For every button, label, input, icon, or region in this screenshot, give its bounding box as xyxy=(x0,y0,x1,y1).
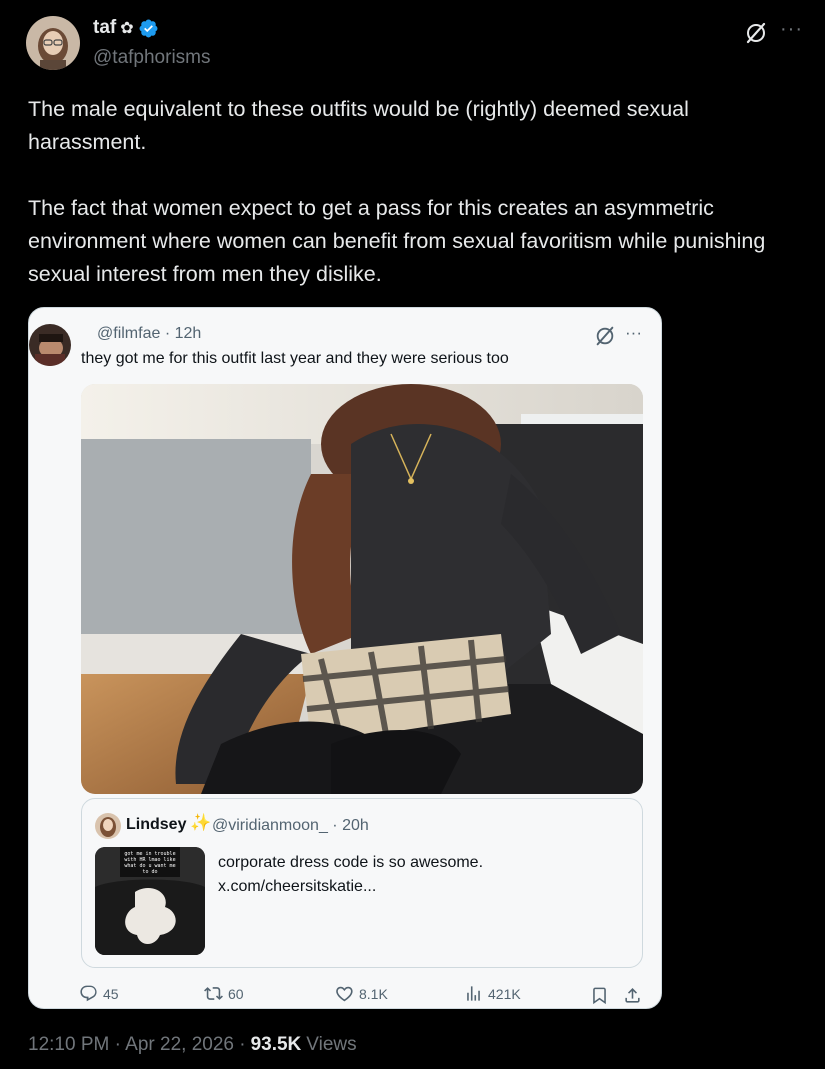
share-icon[interactable] xyxy=(623,986,642,1005)
quoted-more-icon[interactable]: ··· xyxy=(625,323,642,343)
sparkles-icon: ✨ xyxy=(190,813,212,832)
nested-author-name[interactable]: Lindsey xyxy=(126,816,186,834)
author-name-row[interactable]: taf ✿ xyxy=(93,17,159,39)
repost-count: 60 xyxy=(228,985,244,1002)
tweet: taf ✿ @tafphorisms ··· The male equivale… xyxy=(0,0,825,1069)
more-options-icon[interactable]: ··· xyxy=(780,18,803,41)
author-handle[interactable]: @tafphorisms xyxy=(93,47,211,69)
nested-text: corporate dress code is so awesome. x.co… xyxy=(218,854,484,895)
reply-count: 45 xyxy=(103,985,119,1002)
author-name[interactable]: taf xyxy=(93,17,116,39)
nested-author-avatar[interactable] xyxy=(95,813,121,839)
view-count: 93.5K xyxy=(250,1034,302,1055)
timestamp[interactable]: 12:10 PM · Apr 22, 2026 · xyxy=(28,1034,246,1056)
bookmark-icon[interactable] xyxy=(590,986,609,1005)
flower-icon: ✿ xyxy=(120,20,134,37)
quoted-text: they got me for this outfit last year an… xyxy=(81,350,509,367)
quoted-handle-time[interactable]: @filmfae · 12h xyxy=(97,325,201,343)
svg-text:to do: to do xyxy=(142,869,157,875)
views-count: 421K xyxy=(488,985,521,1002)
quoted-tweet[interactable]: @filmfae · 12h they got me for this outf… xyxy=(28,307,662,1009)
nested-quoted-tweet[interactable]: Lindsey ✨ @viridianmoon_ · 20h got me in… xyxy=(81,798,643,968)
quoted-author-avatar[interactable] xyxy=(29,324,71,366)
like-count: 8.1K xyxy=(359,985,388,1002)
repost-icon xyxy=(204,987,223,1000)
reply-button[interactable]: 45 xyxy=(79,984,119,1003)
heart-icon xyxy=(336,986,353,1002)
quoted-action-bar: 45 60 8.1K 421K xyxy=(29,984,661,1008)
grok-icon[interactable] xyxy=(594,325,616,347)
like-button[interactable]: 8.1K xyxy=(335,984,388,1003)
author-avatar[interactable] xyxy=(26,16,80,70)
tweet-footer: 12:10 PM · Apr 22, 2026 · 93.5K Views xyxy=(28,1034,357,1056)
nested-handle-time[interactable]: @viridianmoon_ · 20h xyxy=(212,817,369,835)
verified-badge-icon xyxy=(139,19,158,37)
tweet-text: The male equivalent to these outfits wou… xyxy=(28,97,766,286)
views-button[interactable]: 421K xyxy=(464,984,521,1003)
analytics-icon xyxy=(467,986,480,1001)
nested-thumbnail[interactable]: got me in trouble with HR lmao like what… xyxy=(95,847,205,955)
views-label: Views xyxy=(306,1034,357,1055)
quoted-photo[interactable] xyxy=(81,384,643,794)
reply-icon xyxy=(80,985,97,1002)
repost-button[interactable]: 60 xyxy=(204,984,244,1003)
grok-icon[interactable] xyxy=(744,21,768,45)
